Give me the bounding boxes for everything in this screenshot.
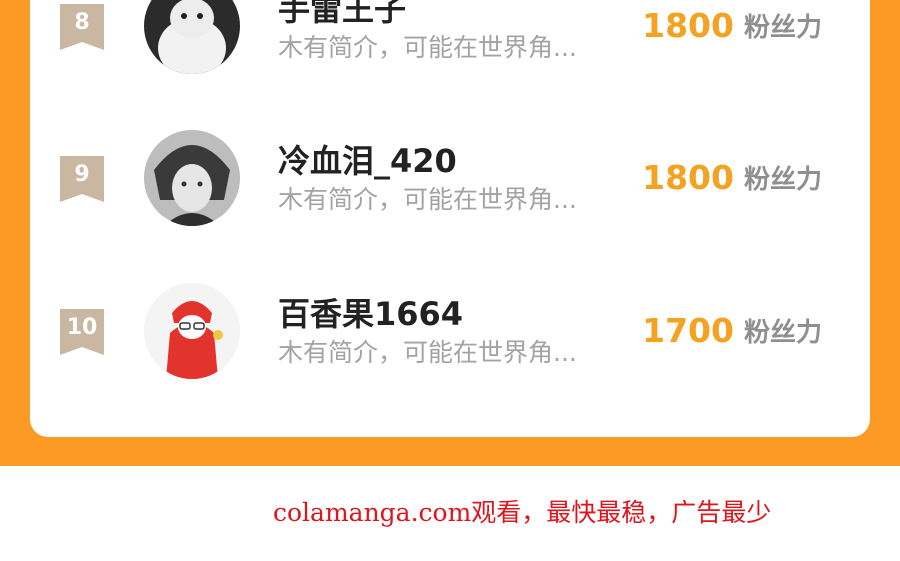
fan-power-value: 1800: [642, 6, 734, 45]
cat-avatar-image: [144, 0, 240, 74]
user-bio: 木有简介，可能在世界角...: [278, 185, 577, 214]
avatar[interactable]: [144, 130, 240, 226]
user-bio: 木有简介，可能在世界角...: [278, 338, 577, 367]
avatar[interactable]: [144, 283, 240, 379]
fan-power-value: 1700: [642, 311, 734, 350]
fan-power-unit: 粉丝力: [743, 165, 822, 195]
site-watermark: colamanga.com观看，最快最稳，广告最少: [273, 498, 772, 527]
ranking-row[interactable]: 8 手雷王子 木有简介，可能在世界角... 1800 粉丝力: [30, 0, 870, 86]
fan-power-value: 1800: [642, 158, 734, 197]
fan-power-unit: 粉丝力: [743, 13, 822, 43]
ranking-card: 8 手雷王子 木有简介，可能在世界角... 1800 粉丝力 9 冷血泪_420…: [30, 0, 870, 437]
anime-character-avatar-image: [144, 130, 240, 226]
fan-power: 1800 粉丝力: [642, 158, 822, 197]
red-hoodie-character-avatar-image: [144, 283, 240, 379]
ranking-row[interactable]: 9 冷血泪_420 木有简介，可能在世界角... 1800 粉丝力: [30, 118, 870, 238]
username[interactable]: 冷血泪_420: [278, 136, 457, 182]
fan-power: 1800 粉丝力: [642, 6, 822, 45]
username[interactable]: 手雷王子: [278, 0, 406, 30]
user-bio: 木有简介，可能在世界角...: [278, 33, 577, 62]
fan-power: 1700 粉丝力: [642, 311, 822, 350]
avatar[interactable]: [144, 0, 240, 74]
username[interactable]: 百香果1664: [278, 289, 463, 335]
rank-badge: 9: [60, 156, 104, 204]
rank-badge: 10: [60, 309, 104, 357]
fan-power-unit: 粉丝力: [743, 318, 822, 348]
rank-number: 10: [66, 315, 98, 340]
rank-badge: 8: [60, 4, 104, 52]
rank-number: 8: [74, 10, 90, 35]
ranking-row[interactable]: 10 百香果1664 木有简介，可能在世界角... 1700 粉丝力: [30, 271, 870, 391]
rank-number: 9: [74, 162, 90, 187]
